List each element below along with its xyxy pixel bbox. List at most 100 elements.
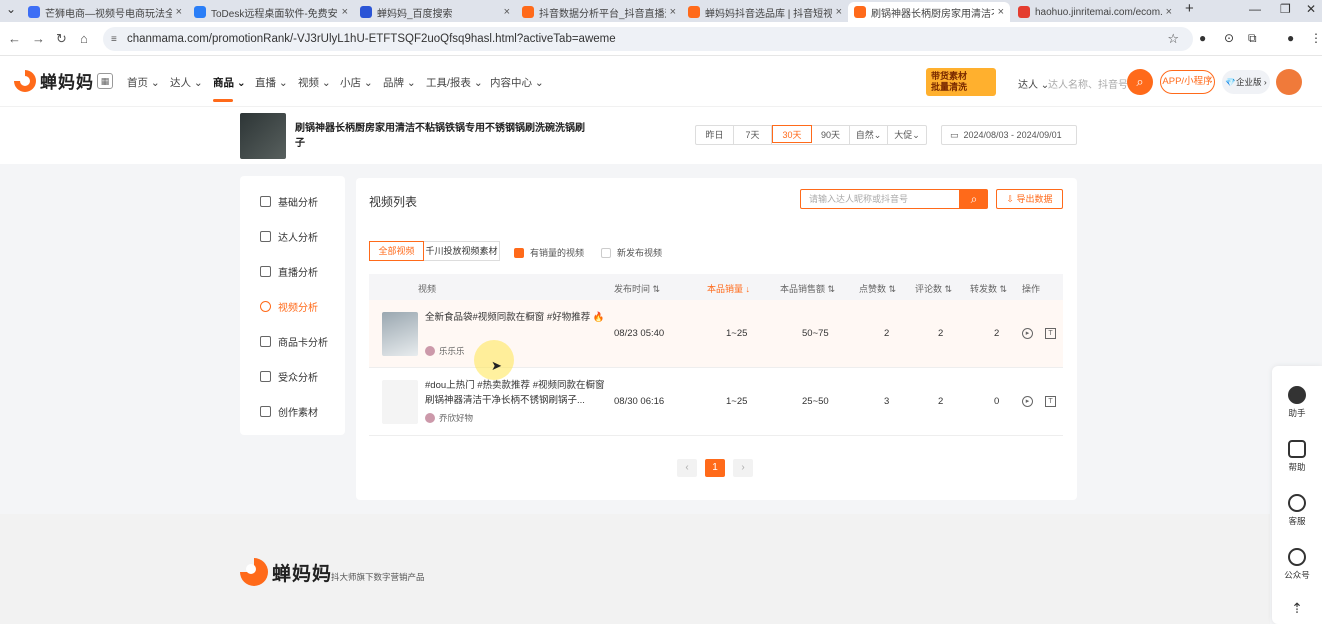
play-icon[interactable]: ▸ <box>1022 328 1033 339</box>
sidebar-item-product-card[interactable]: 商品卡分析 <box>260 334 328 349</box>
video-thumbnail[interactable] <box>382 312 418 356</box>
play-icon[interactable]: ▸ <box>1022 396 1033 407</box>
author-avatar <box>425 346 435 356</box>
home-icon[interactable]: ⌂ <box>80 31 88 46</box>
tab-close-icon[interactable]: × <box>176 6 182 18</box>
nav-item[interactable]: 视频 ⌄ <box>298 75 331 90</box>
tab-close-icon[interactable]: × <box>998 6 1004 18</box>
detail-icon[interactable]: T <box>1045 328 1056 339</box>
publish-time: 08/23 05:40 <box>614 328 665 339</box>
nav-item[interactable]: 首页 ⌄ <box>127 75 160 90</box>
apps-grid-icon[interactable]: ▦ <box>97 73 113 89</box>
next-page-icon[interactable]: › <box>733 459 753 477</box>
back-to-top-icon[interactable]: ⇡ <box>1272 600 1322 617</box>
prev-page-icon[interactable]: ‹ <box>677 459 697 477</box>
window-close-icon[interactable]: ✕ <box>1306 2 1316 16</box>
address-bar[interactable]: ≡ chanmama.com/promotionRank/-VJ3rUlyL1h… <box>103 27 1193 51</box>
sidebar-item-live[interactable]: 直播分析 <box>260 264 318 279</box>
search-type-select[interactable]: 达人 ⌄ <box>1018 76 1049 91</box>
user-avatar[interactable] <box>1276 69 1302 95</box>
sidebar-item-video[interactable]: 视频分析 <box>260 299 318 314</box>
video-author[interactable]: 乔欣好物 <box>425 412 473 424</box>
assistant-button[interactable]: 助手 <box>1272 386 1322 419</box>
filter-has-sales[interactable]: 有销量的视频 <box>514 246 584 259</box>
app-button[interactable]: APP/小程序 <box>1160 70 1215 94</box>
more-menu-icon[interactable]: ⋮ <box>1310 31 1322 45</box>
nav-item[interactable]: 达人 ⌄ <box>170 75 203 90</box>
search-icon[interactable]: ⌕ <box>960 189 988 209</box>
nav-item[interactable]: 品牌 ⌄ <box>383 75 416 90</box>
sidebar-item-creative[interactable]: 创作素材 <box>260 404 318 419</box>
reload-icon[interactable]: ↻ <box>56 31 67 47</box>
range-tab[interactable]: 90天 <box>812 126 850 144</box>
range-tab[interactable]: 昨日 <box>696 126 734 144</box>
tab-search-icon[interactable]: ⌄ <box>6 2 16 16</box>
extensions-puzzle-icon[interactable]: ⧉ <box>1248 31 1257 46</box>
tab-close-icon[interactable]: × <box>670 6 676 18</box>
product-thumbnail[interactable] <box>240 113 286 159</box>
back-icon[interactable]: ← <box>8 31 21 46</box>
table-row[interactable]: #dou上热门 #热卖款推荐 #视频同款在橱窗 刷锅神器清洁干净长柄不锈钢刷锅子… <box>369 368 1063 436</box>
enterprise-button[interactable]: 💎企业版 › <box>1222 70 1270 94</box>
tab-close-icon[interactable]: × <box>504 6 510 18</box>
footer-subtitle: 抖大师旗下数字营销产品 <box>331 572 425 582</box>
extension-icon[interactable]: ● <box>1199 31 1206 45</box>
nav-item[interactable]: 小店 ⌄ <box>340 75 373 90</box>
sidebar-item-influencer[interactable]: 达人分析 <box>260 229 318 244</box>
tab-close-icon[interactable]: × <box>1166 6 1172 18</box>
nav-item[interactable]: 直播 ⌄ <box>255 75 288 90</box>
bookmark-star-icon[interactable]: ☆ <box>1167 31 1179 47</box>
new-tab-icon[interactable]: + <box>1185 0 1194 17</box>
header-search-input[interactable]: 达人名称、抖音号 <box>1048 76 1128 91</box>
nav-item[interactable]: 工具/报表 ⌄ <box>426 75 483 90</box>
wechat-button[interactable]: 公众号 <box>1272 548 1322 581</box>
tab-close-icon[interactable]: × <box>342 6 348 18</box>
browser-tab-active[interactable]: 刷锅神器长柄厨房家用清洁不粘...× <box>848 2 1010 22</box>
nav-item[interactable]: 内容中心 ⌄ <box>490 75 544 90</box>
page-number-active[interactable]: 1 <box>705 459 725 477</box>
browser-tab[interactable]: haohuo.jinritemai.com/ecom... × <box>1012 2 1178 22</box>
service-button[interactable]: 客服 <box>1272 494 1322 527</box>
profile-icon[interactable]: ● <box>1287 31 1294 45</box>
detail-icon[interactable]: T <box>1045 396 1056 407</box>
site-info-icon[interactable]: ≡ <box>111 34 117 45</box>
sidebar-item-audience[interactable]: 受众分析 <box>260 369 318 384</box>
segment-qianchuan[interactable]: 千川投放视频素材 <box>424 241 500 261</box>
column-header-sorted[interactable]: 本品销量 ↓ <box>707 282 750 295</box>
column-header-sortable[interactable]: 发布时间 ⇅ <box>614 282 660 295</box>
column-header-sortable[interactable]: 本品销售额 ⇅ <box>780 282 835 295</box>
maximize-icon[interactable]: ❐ <box>1280 2 1291 16</box>
range-tab-dropdown[interactable]: 自然⌄ <box>850 126 888 144</box>
minimize-icon[interactable]: — <box>1249 2 1261 16</box>
nav-item-active[interactable]: 商品 ⌄ <box>213 75 246 90</box>
help-button[interactable]: 帮助 <box>1272 440 1322 473</box>
range-tab-dropdown[interactable]: 大促⌄ <box>888 126 926 144</box>
browser-tab[interactable]: 芒狮电商—视频号电商玩法全... × <box>22 2 188 22</box>
influencer-search-input[interactable]: 请输入达人昵称或抖音号 <box>800 189 960 209</box>
browser-tab[interactable]: 蝉妈妈抖音选品库 | 抖音短视... × <box>682 2 848 22</box>
range-tab[interactable]: 7天 <box>734 126 772 144</box>
browser-tab[interactable]: ToDesk远程桌面软件-免费安全...× <box>188 2 354 22</box>
promo-banner[interactable]: 带货素材 批量清洗 <box>926 68 996 96</box>
tab-close-icon[interactable]: × <box>836 6 842 18</box>
video-author[interactable]: 乐乐乐 <box>425 345 465 357</box>
export-button[interactable]: ⇩ 导出数据 <box>996 189 1063 209</box>
video-thumbnail[interactable] <box>382 380 418 424</box>
product-title: 刷锅神器长柄厨房家用清洁不粘锅铁锅专用不锈钢锅刷洗碗洗锅刷子 <box>295 123 585 149</box>
forward-icon[interactable]: → <box>32 31 45 46</box>
column-header-sortable[interactable]: 评论数 ⇅ <box>915 282 952 295</box>
browser-tab[interactable]: 蝉妈妈_百度搜索 × <box>354 2 516 22</box>
browser-tab[interactable]: 抖音数据分析平台_抖音直播运...× <box>516 2 682 22</box>
header-search-button[interactable]: ⌕ <box>1127 69 1153 95</box>
filter-new-videos[interactable]: 新发布视频 <box>601 246 662 259</box>
segment-all-videos[interactable]: 全部视频 <box>369 241 424 261</box>
video-title[interactable]: 全新食品袋#视频同款在橱窗 #好物推荐 🔥 <box>425 310 605 325</box>
range-tab-active[interactable]: 30天 <box>772 125 812 143</box>
sidebar-item-basic[interactable]: 基础分析 <box>260 194 318 209</box>
date-picker[interactable]: ▭ 2024/08/03 - 2024/09/01 <box>941 125 1077 145</box>
column-header-sortable[interactable]: 点赞数 ⇅ <box>859 282 896 295</box>
site-logo[interactable]: 蝉妈妈 <box>14 68 94 93</box>
extension-icon[interactable]: ⊙ <box>1224 31 1234 45</box>
column-header-sortable[interactable]: 转发数 ⇅ <box>970 282 1007 295</box>
video-title[interactable]: #dou上热门 #热卖款推荐 #视频同款在橱窗 刷锅神器清洁干净长柄不锈钢刷锅子… <box>425 378 605 408</box>
